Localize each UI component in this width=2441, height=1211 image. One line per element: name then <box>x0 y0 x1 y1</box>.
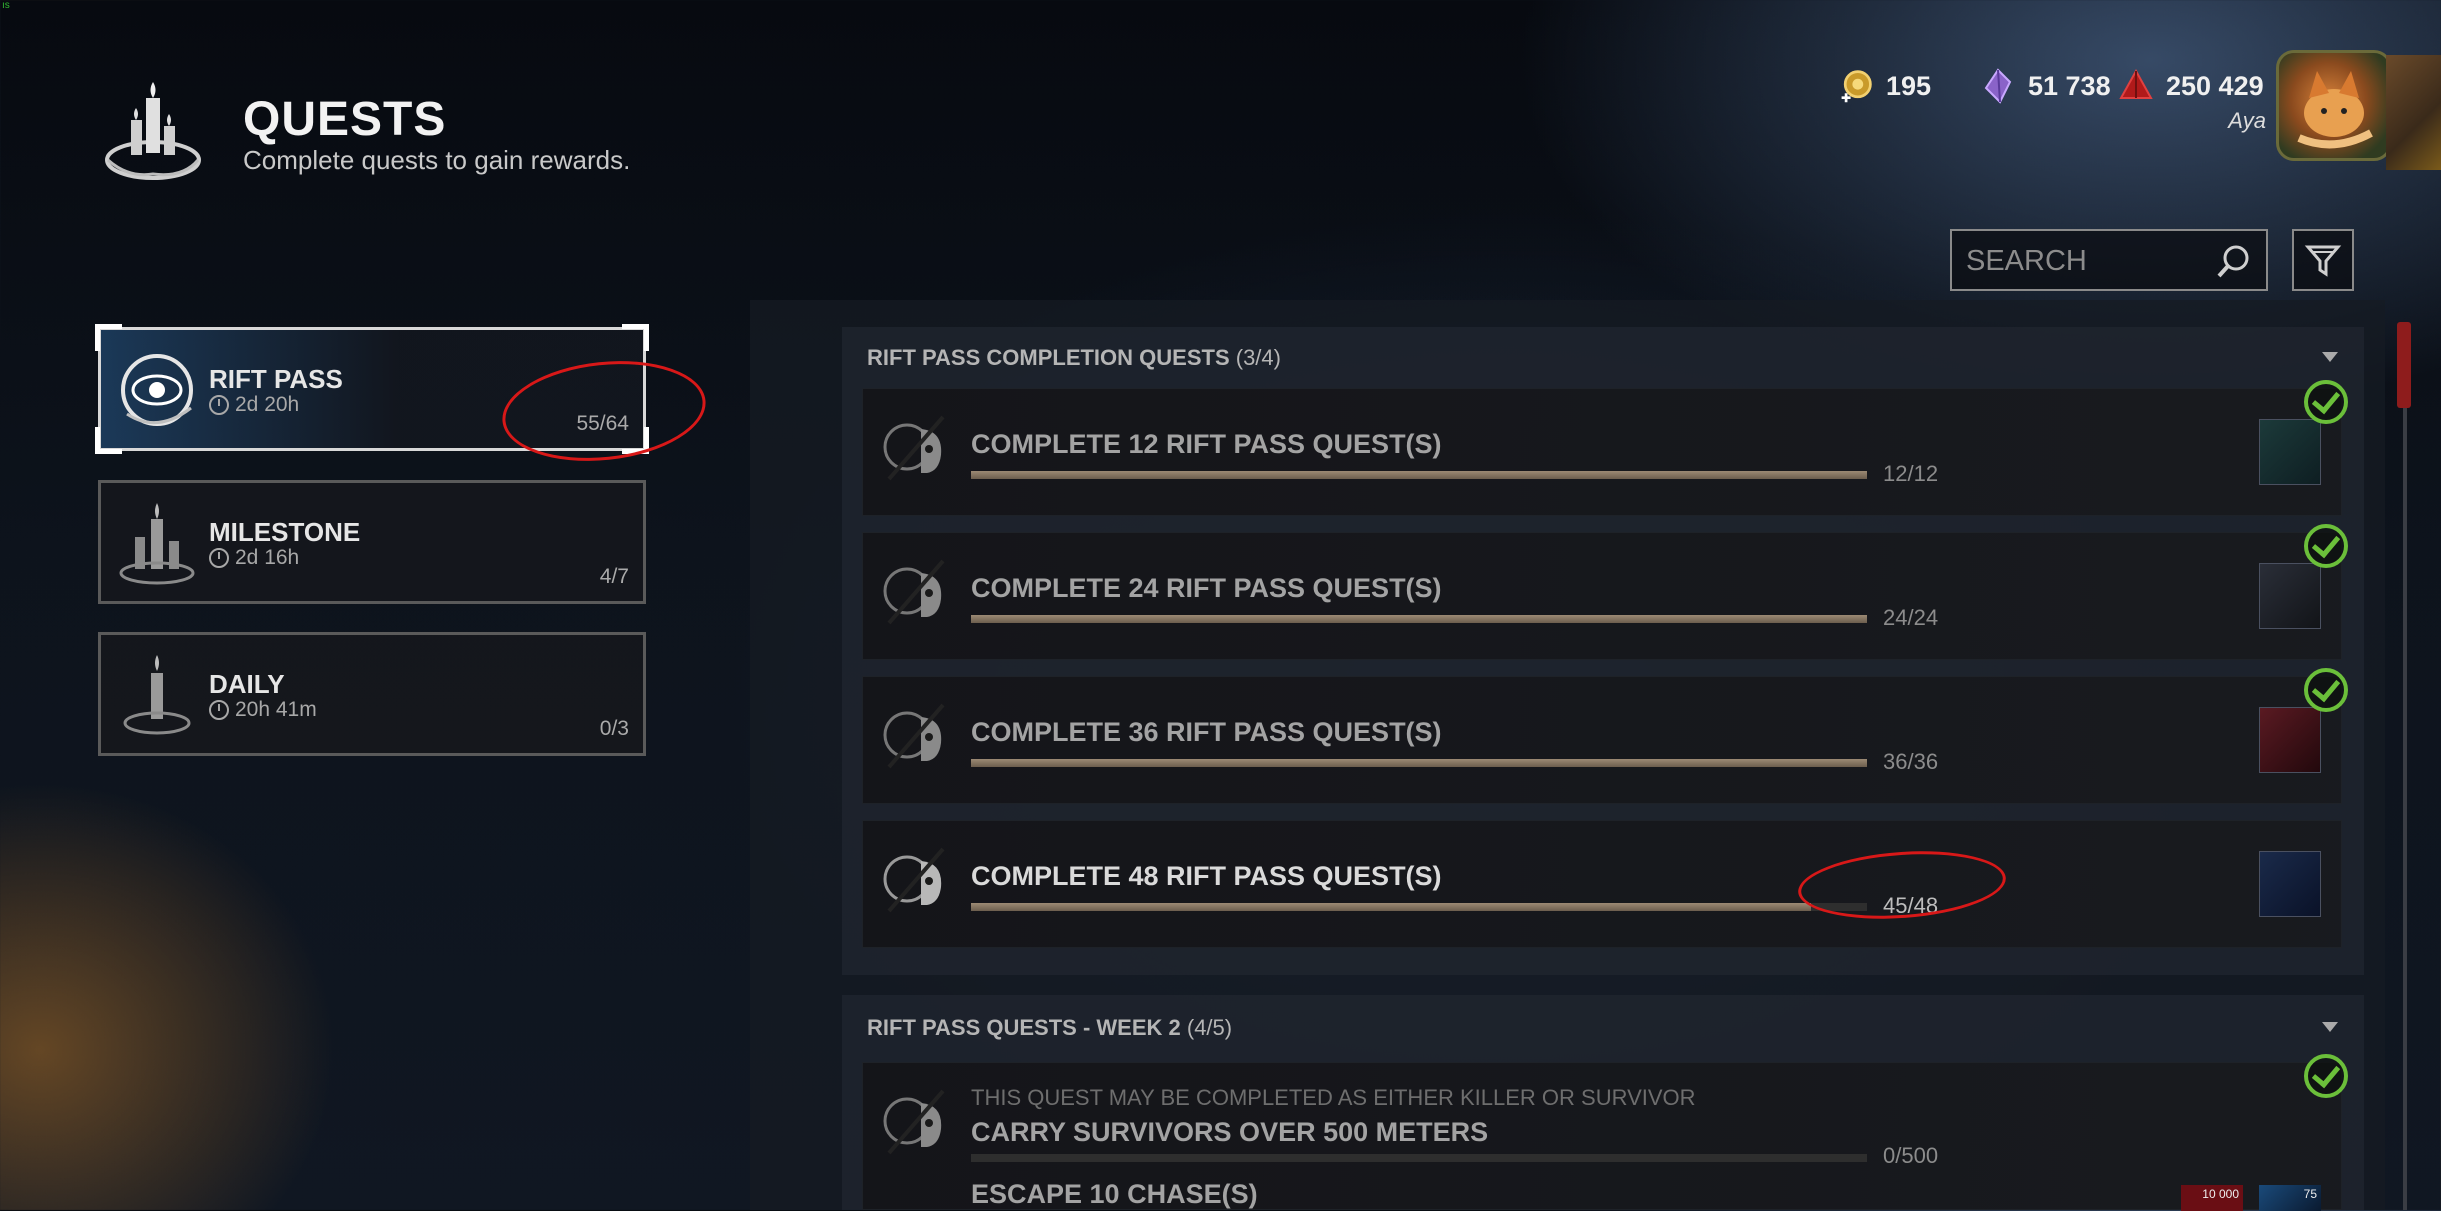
category-name: DAILY <box>209 669 285 699</box>
quest-progress-fill <box>971 615 1867 623</box>
section-count: (4/5) <box>1186 1015 1233 1040</box>
page-subtitle: Complete quests to gain rewards. <box>243 145 631 175</box>
auric-cells-value: 195 <box>1886 70 1932 101</box>
auric-cells-icon <box>1838 68 1874 104</box>
quest-progress-text: 36/36 <box>1883 749 1939 774</box>
category-progress: 4/7 <box>599 565 629 588</box>
section-header[interactable]: RIFT PASS COMPLETION QUESTS (3/4) <box>867 345 1281 371</box>
bloodpoints-reward-badge: 10 000 <box>2181 1185 2243 1211</box>
reward-amount: 10 000 <box>2202 1187 2239 1201</box>
rift-skull-icon <box>883 559 945 625</box>
page-title: QUESTS <box>243 93 447 146</box>
quest-progress-fill <box>971 903 1811 911</box>
quest-title: ESCAPE 10 CHASE(S) <box>971 1179 1258 1209</box>
reward-thumbnail[interactable] <box>2259 707 2321 773</box>
reward-thumbnail[interactable] <box>2259 851 2321 917</box>
quest-progress-fill <box>971 471 1867 479</box>
reward-thumbnail[interactable] <box>2259 563 2321 629</box>
rift-skull-icon <box>883 415 945 481</box>
search-input[interactable] <box>1964 239 2208 283</box>
quest-row[interactable]: COMPLETE 24 RIFT PASS QUEST(S) 24/24 <box>862 532 2342 660</box>
completed-check-icon <box>2304 1054 2348 1098</box>
category-timer: 2d 20h <box>209 393 299 417</box>
clock-icon <box>209 548 229 568</box>
username: Aya <box>2228 108 2266 133</box>
category-name: MILESTONE <box>209 517 361 547</box>
section-count: (3/4) <box>1235 345 1281 370</box>
section-title: RIFT PASS QUESTS - WEEK 2 <box>867 1015 1181 1040</box>
filter-button[interactable] <box>2292 229 2354 291</box>
chevron-down-icon[interactable] <box>2322 352 2338 362</box>
category-timer: 2d 16h <box>209 546 299 570</box>
quest-progress-text: 24/24 <box>1883 605 1939 630</box>
candle-icon <box>123 655 191 735</box>
quest-progress-bar <box>971 1154 1867 1162</box>
section-title: RIFT PASS COMPLETION QUESTS <box>867 345 1230 370</box>
scrollbar-track[interactable] <box>2403 327 2407 1210</box>
corner-fragment: ıs <box>2 0 10 11</box>
quest-progress-fill <box>971 759 1867 767</box>
search-box[interactable] <box>1950 229 2268 291</box>
iridescent-shards-value: 51 738 <box>2028 70 2111 101</box>
quest-progress-text: 0/500 <box>1883 1143 1939 1168</box>
quest-title: COMPLETE 24 RIFT PASS QUEST(S) <box>971 573 1442 603</box>
reward-thumbnail[interactable] <box>2259 419 2321 485</box>
quest-progress-text: 12/12 <box>1883 461 1939 486</box>
auric-cells-counter[interactable]: 195 <box>1838 66 1931 106</box>
iridescent-shards-counter: 51 738 <box>1980 66 2111 106</box>
quest-progress-bar <box>971 903 1867 911</box>
filter-icon <box>2304 245 2342 277</box>
category-milestone[interactable]: MILESTONE 2d 16h 4/7 <box>98 480 646 604</box>
quest-row[interactable]: COMPLETE 48 RIFT PASS QUEST(S) 45/48 <box>862 820 2342 948</box>
avatar-frame-decoration <box>2386 55 2441 170</box>
rift-skull-icon <box>883 847 945 913</box>
section-header[interactable]: RIFT PASS QUESTS - WEEK 2 (4/5) <box>867 1015 1232 1041</box>
clock-icon <box>209 700 229 720</box>
shards-reward-badge: 75 <box>2259 1185 2321 1211</box>
category-name: RIFT PASS <box>209 364 343 394</box>
category-time-remaining: 2d 20h <box>235 393 300 416</box>
clock-icon <box>209 395 229 415</box>
category-time-remaining: 20h 41m <box>235 698 317 721</box>
rift-skull-icon <box>883 1089 945 1155</box>
rift-skull-icon <box>883 703 945 769</box>
completed-check-icon <box>2304 380 2348 424</box>
chevron-down-icon[interactable] <box>2322 1022 2338 1032</box>
quest-title: COMPLETE 36 RIFT PASS QUEST(S) <box>971 717 1442 747</box>
quest-title: COMPLETE 12 RIFT PASS QUEST(S) <box>971 429 1442 459</box>
bloodpoints-icon <box>2118 68 2154 104</box>
quests-logo-icon <box>98 78 208 188</box>
bloodpoints-counter: 250 429 <box>2118 66 2264 106</box>
bloodpoints-value: 250 429 <box>2166 70 2264 101</box>
category-daily[interactable]: DAILY 20h 41m 0/3 <box>98 632 646 756</box>
completed-check-icon <box>2304 524 2348 568</box>
category-progress: 0/3 <box>599 717 629 740</box>
quest-progress-bar <box>971 471 1867 479</box>
quest-row[interactable]: THIS QUEST MAY BE COMPLETED AS EITHER KI… <box>862 1062 2342 1211</box>
category-time-remaining: 2d 16h <box>235 546 300 569</box>
quest-row[interactable]: COMPLETE 36 RIFT PASS QUEST(S) 36/36 <box>862 676 2342 804</box>
quest-title: CARRY SURVIVORS OVER 500 METERS <box>971 1117 1489 1147</box>
selection-corner <box>622 324 649 351</box>
search-icon[interactable] <box>2216 243 2252 279</box>
quest-row[interactable]: COMPLETE 12 RIFT PASS QUEST(S) 12/12 <box>862 388 2342 516</box>
candles-icon <box>119 503 195 585</box>
iridescent-shards-icon <box>1980 68 2016 104</box>
category-timer: 20h 41m <box>209 698 317 722</box>
rift-eye-icon <box>121 354 193 426</box>
reward-amount: 75 <box>2303 1187 2317 1201</box>
quest-progress-bar <box>971 615 1867 623</box>
quest-progress-bar <box>971 759 1867 767</box>
completed-check-icon <box>2304 668 2348 712</box>
quest-note: THIS QUEST MAY BE COMPLETED AS EITHER KI… <box>971 1085 1696 1110</box>
scrollbar-thumb[interactable] <box>2397 322 2411 408</box>
quest-title: COMPLETE 48 RIFT PASS QUEST(S) <box>971 861 1442 891</box>
player-avatar[interactable] <box>2276 50 2392 161</box>
